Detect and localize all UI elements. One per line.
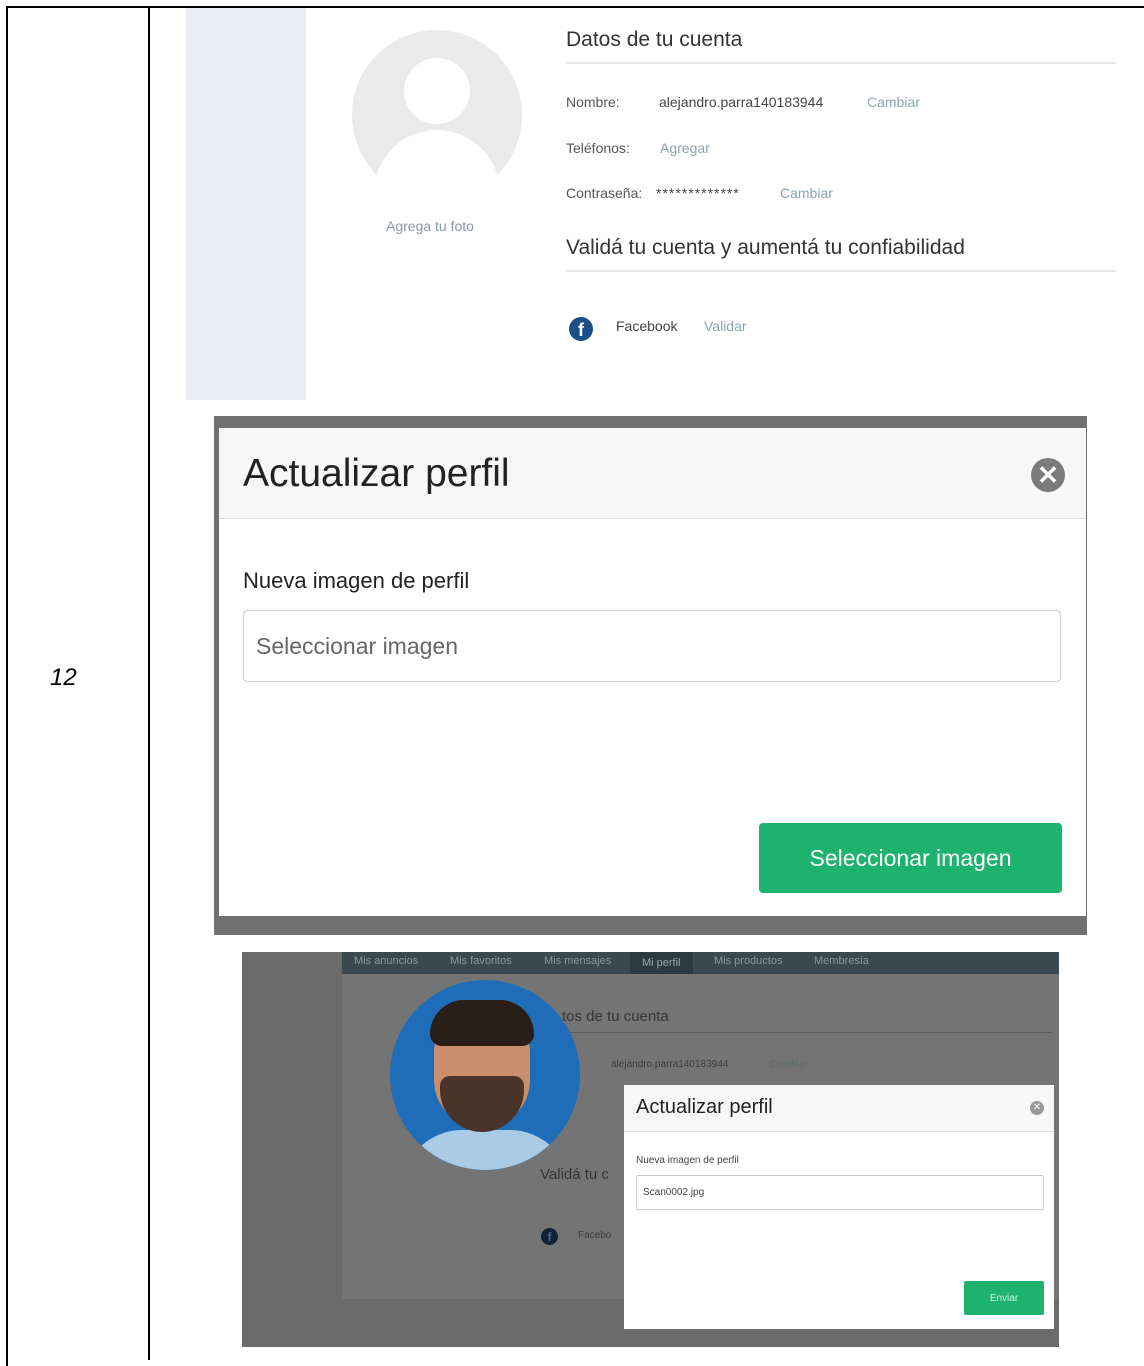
new-image-label: Nueva imagen de perfil (636, 1155, 739, 1166)
tab-my-profile[interactable]: Mi perfil (630, 952, 693, 974)
change-password-link[interactable]: Cambiar (780, 185, 833, 201)
profile-nav-bar: Mis anuncios Mis favoritos Mis mensajes … (342, 952, 1059, 974)
tab-my-ads[interactable]: Mis anuncios (354, 955, 418, 967)
send-button[interactable]: Enviar (964, 1281, 1044, 1315)
avatar-head-shape (404, 58, 470, 124)
update-profile-modal-small: Actualizar perfil ✕ Nueva imagen de perf… (624, 1085, 1054, 1329)
dimmed-account-title: tos de tu cuenta (562, 1008, 669, 1025)
section-divider (566, 62, 1116, 64)
change-name-link[interactable]: Cambiar (867, 94, 920, 110)
dimmed-facebook-label: Facebo (578, 1230, 612, 1241)
add-photo-link[interactable]: Agrega tu foto (386, 218, 474, 234)
upload-screenshot: Mis anuncios Mis favoritos Mis mensajes … (242, 952, 1059, 1347)
column-divider (148, 6, 150, 1360)
validate-facebook-link[interactable]: Validar (704, 318, 747, 334)
select-image-button[interactable]: Seleccionar imagen (759, 823, 1062, 893)
password-value: ************* (656, 185, 740, 201)
account-screenshot: Agrega tu foto Datos de tu cuenta Nombre… (186, 8, 1116, 400)
tab-favorites[interactable]: Mis favoritos (450, 955, 512, 967)
phones-label: Teléfonos: (566, 140, 630, 156)
modal-title: Actualizar perfil (243, 452, 510, 495)
sidebar-strip (186, 8, 306, 400)
update-profile-modal: Actualizar perfil ✕ Nueva imagen de perf… (219, 428, 1086, 916)
dimmed-divider (562, 1032, 1052, 1033)
section-divider (566, 270, 1116, 272)
close-circle-icon[interactable]: ✕ (1031, 458, 1065, 492)
password-label: Contraseña: (566, 185, 643, 201)
modal-title: Actualizar perfil (636, 1096, 773, 1118)
image-file-input[interactable] (243, 610, 1061, 682)
new-image-label: Nueva imagen de perfil (243, 568, 470, 593)
add-phone-link[interactable]: Agregar (660, 140, 710, 156)
modal-screenshot: Actualizar perfil ✕ Nueva imagen de perf… (214, 416, 1087, 935)
validate-section-title: Validá tu cuenta y aumentá tu confiabili… (566, 236, 965, 259)
facebook-label: Facebook (616, 318, 678, 334)
facebook-icon: f (569, 317, 593, 341)
image-file-input[interactable] (636, 1175, 1044, 1210)
close-circle-icon[interactable]: ✕ (1030, 1101, 1044, 1115)
tab-messages[interactable]: Mis mensajes (544, 955, 611, 967)
avatar-placeholder-icon[interactable] (352, 30, 522, 200)
photo-beard-shape (440, 1076, 524, 1132)
row-number: 12 (50, 664, 77, 691)
modal-header: Actualizar perfil ✕ (624, 1085, 1054, 1132)
dimmed-name-value: alejandro.parra140183944 (611, 1059, 729, 1070)
profile-photo[interactable] (390, 980, 580, 1170)
name-value: alejandro.parra140183944 (659, 94, 824, 110)
facebook-icon: f (541, 1228, 558, 1245)
modal-header: Actualizar perfil ✕ (219, 428, 1086, 519)
name-label: Nombre: (566, 94, 620, 110)
dimmed-change-link: Cambiar (770, 1059, 808, 1070)
tab-products[interactable]: Mis productos (714, 955, 782, 967)
photo-hair-shape (430, 1000, 534, 1046)
account-section-title: Datos de tu cuenta (566, 28, 743, 51)
photo-shirt-shape (402, 1130, 570, 1170)
avatar-shoulders-shape (374, 130, 500, 200)
tab-membership[interactable]: Membresía (814, 955, 869, 967)
